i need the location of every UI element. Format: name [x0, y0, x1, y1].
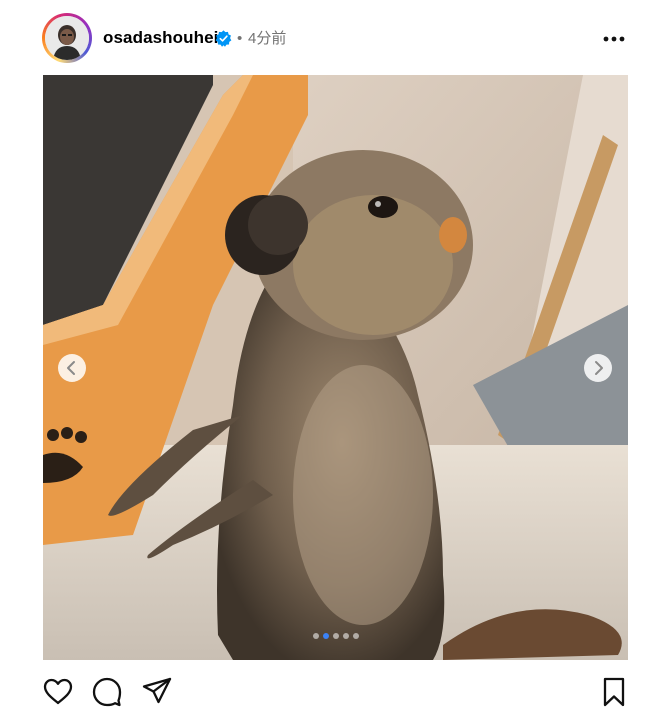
chevron-right-icon — [595, 361, 603, 375]
timestamp[interactable]: 4分前 — [248, 29, 286, 49]
instagram-post: osadashouhei • 4分前 — [0, 0, 670, 715]
post-media[interactable] — [43, 75, 628, 660]
carousel-prev-button[interactable] — [58, 354, 86, 382]
carousel-dot — [312, 633, 319, 639]
carousel-dot — [352, 633, 359, 639]
post-header: osadashouhei • 4分前 — [0, 0, 670, 74]
post-photo — [43, 75, 628, 660]
carousel-indicator — [43, 633, 628, 641]
chevron-left-icon — [67, 361, 75, 375]
heart-icon[interactable] — [42, 676, 74, 708]
carousel-next-button[interactable] — [584, 354, 612, 382]
separator-dot: • — [237, 30, 243, 47]
username[interactable]: osadashouhei — [103, 28, 219, 48]
paper-plane-icon[interactable] — [141, 676, 173, 708]
comment-icon[interactable] — [91, 676, 123, 708]
carousel-dot — [322, 633, 329, 639]
avatar[interactable] — [45, 16, 89, 60]
more-options-icon[interactable] — [598, 28, 630, 50]
verified-badge-icon — [215, 30, 232, 47]
carousel-dot — [342, 633, 349, 639]
story-ring[interactable] — [42, 13, 92, 63]
post-actions — [0, 670, 670, 715]
bookmark-icon[interactable] — [598, 676, 630, 708]
carousel-dot — [332, 633, 339, 639]
